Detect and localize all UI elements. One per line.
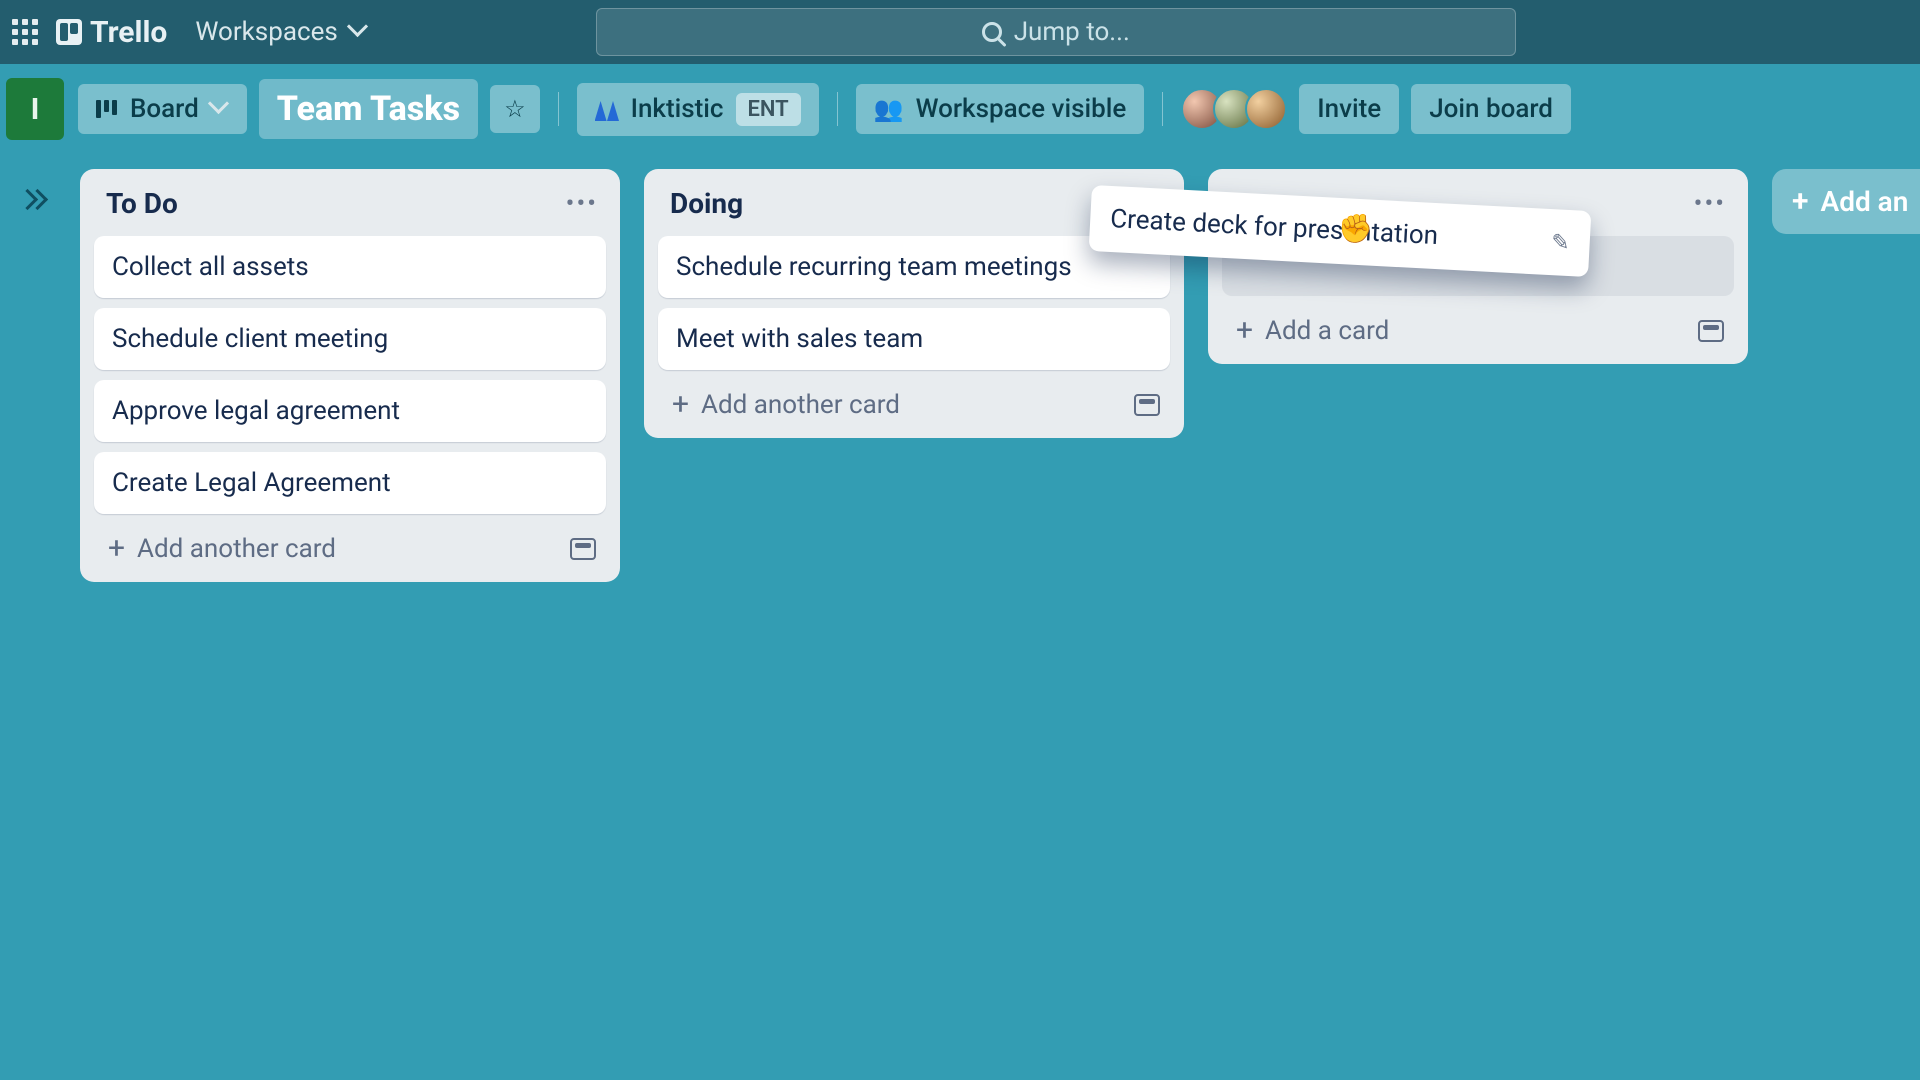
trello-logo-text: Trello <box>90 15 167 50</box>
plus-icon: + <box>1792 187 1809 217</box>
divider <box>837 92 838 126</box>
card-text: Meet with sales team <box>676 324 923 354</box>
chevron-double-right-icon <box>24 188 46 210</box>
card-template-icon[interactable] <box>1134 394 1160 416</box>
card[interactable]: Approve legal agreement <box>94 380 606 442</box>
trello-logo[interactable]: Trello <box>56 15 167 50</box>
list-title[interactable]: Doing <box>670 187 743 220</box>
visibility-label: Workspace visible <box>916 94 1127 124</box>
plus-icon: + <box>672 390 689 420</box>
org-link[interactable]: Inktistic ENT <box>577 83 819 136</box>
card[interactable]: Meet with sales team <box>658 308 1170 370</box>
board-view-label: Board <box>130 94 199 124</box>
card-template-icon[interactable] <box>1698 320 1724 342</box>
board-view-icon <box>96 100 118 118</box>
add-card-label: Add another card <box>137 534 336 564</box>
list-title[interactable]: To Do <box>106 187 178 220</box>
plus-icon: + <box>1236 316 1253 346</box>
add-card-label: Add a card <box>1265 316 1389 346</box>
board-header: Board Team Tasks ☆ Inktistic ENT 👥 Works… <box>64 64 1920 140</box>
board-canvas: To Do ••• Collect all assets Schedule cl… <box>60 145 1920 1080</box>
card-text: Create Legal Agreement <box>112 468 391 498</box>
board-view-switcher[interactable]: Board <box>78 84 247 134</box>
search-placeholder: Jump to... <box>1014 17 1130 47</box>
search-icon <box>982 22 1002 42</box>
add-list-button[interactable]: + Add an <box>1772 169 1920 234</box>
expand-sidebar-button[interactable] <box>16 180 54 218</box>
add-card-button[interactable]: + Add another card <box>94 524 606 574</box>
divider <box>558 92 559 126</box>
visibility-button[interactable]: 👥 Workspace visible <box>856 84 1145 134</box>
board-title-text: Team Tasks <box>277 89 460 129</box>
add-card-label: Add another card <box>701 390 900 420</box>
card[interactable]: Collect all assets <box>94 236 606 298</box>
plus-icon: + <box>108 534 125 564</box>
join-board-button[interactable]: Join board <box>1411 84 1571 134</box>
atlassian-icon <box>595 97 619 121</box>
add-card-button[interactable]: + Add a card <box>1222 306 1734 356</box>
dragging-card-text: Create deck for presentation <box>1110 204 1439 251</box>
card-text: Approve legal agreement <box>112 396 400 426</box>
trello-logo-icon <box>56 19 82 45</box>
workspaces-label: Workspaces <box>195 17 337 47</box>
card-text: Schedule recurring team meetings <box>676 252 1072 282</box>
star-board-button[interactable]: ☆ <box>490 85 540 133</box>
workspace-initial-tile[interactable]: I <box>6 78 64 140</box>
avatar[interactable] <box>1245 88 1287 130</box>
add-list-label: Add an <box>1821 185 1909 218</box>
board-title[interactable]: Team Tasks <box>259 79 478 139</box>
list-menu-button[interactable]: ••• <box>1694 189 1726 219</box>
list-todo: To Do ••• Collect all assets Schedule cl… <box>80 169 620 582</box>
join-board-label: Join board <box>1429 94 1553 124</box>
divider <box>1162 92 1163 126</box>
card[interactable]: Create Legal Agreement <box>94 452 606 514</box>
search-input[interactable]: Jump to... <box>596 8 1516 56</box>
invite-button[interactable]: Invite <box>1299 84 1399 134</box>
apps-menu-icon[interactable] <box>12 19 38 45</box>
card-text: Collect all assets <box>112 252 309 282</box>
workspace-initial: I <box>31 92 40 127</box>
people-icon: 👥 <box>874 95 904 123</box>
org-plan-badge: ENT <box>736 93 801 126</box>
card-template-icon[interactable] <box>570 538 596 560</box>
org-name: Inktistic <box>631 94 724 124</box>
star-icon: ☆ <box>504 95 526 123</box>
workspaces-dropdown[interactable]: Workspaces <box>185 11 377 53</box>
edit-card-icon[interactable]: ✎ <box>1551 230 1571 256</box>
top-nav: Trello Workspaces Jump to... <box>0 0 1920 64</box>
card[interactable]: Schedule client meeting <box>94 308 606 370</box>
board-members[interactable] <box>1181 88 1287 130</box>
chevron-down-icon <box>211 100 229 118</box>
add-card-button[interactable]: + Add another card <box>658 380 1170 430</box>
invite-label: Invite <box>1317 94 1381 124</box>
chevron-down-icon <box>350 23 368 41</box>
card-text: Schedule client meeting <box>112 324 388 354</box>
board-header-row: I Board Team Tasks ☆ Inktistic ENT 👥 Wor… <box>0 64 1920 140</box>
list-menu-button[interactable]: ••• <box>566 189 598 219</box>
